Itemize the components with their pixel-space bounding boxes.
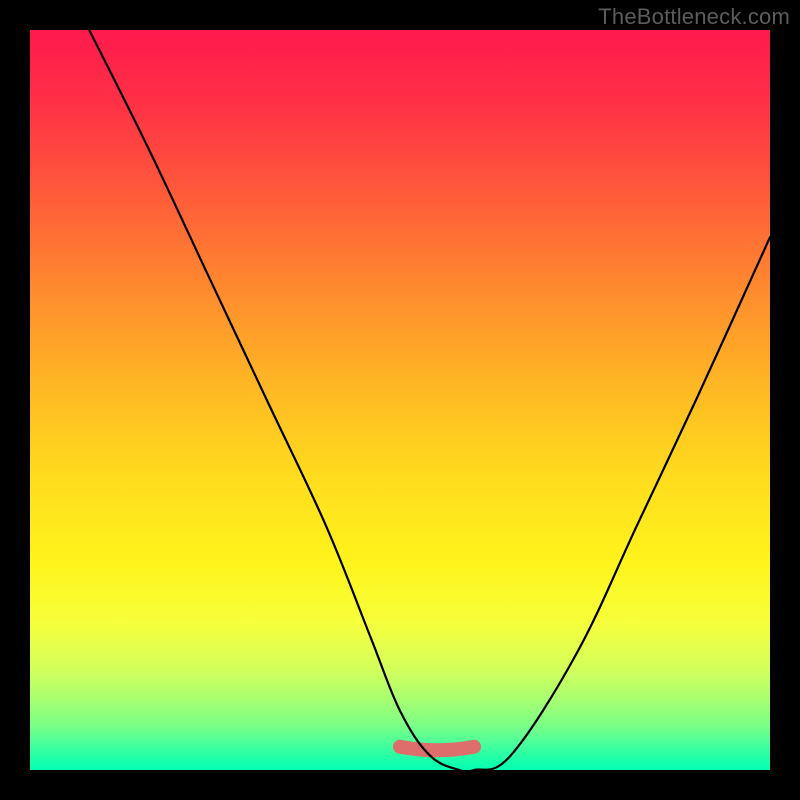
bottleneck-curve xyxy=(89,30,770,770)
plot-area xyxy=(30,30,770,770)
trough-highlight xyxy=(400,747,474,751)
curve-layer xyxy=(30,30,770,770)
watermark-text: TheBottleneck.com xyxy=(598,4,790,30)
chart-frame: TheBottleneck.com xyxy=(0,0,800,800)
